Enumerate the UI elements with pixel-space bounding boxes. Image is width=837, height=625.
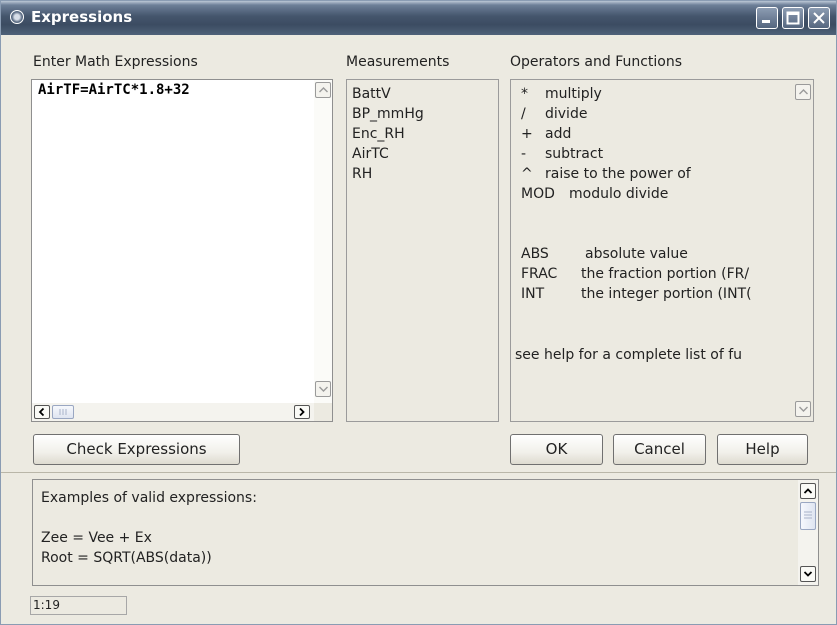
examples-vscrollbar[interactable] xyxy=(798,480,818,585)
operator-description: the fraction portion (FR/ xyxy=(581,266,750,282)
measurement-item[interactable]: BattV xyxy=(352,84,424,104)
divider xyxy=(1,472,836,473)
operator-row: * multiply xyxy=(521,84,691,104)
example-line: Root = SQRT(ABS(data)) xyxy=(41,550,212,566)
measurement-item[interactable]: Enc_RH xyxy=(352,124,424,144)
operator-description: raise to the power of xyxy=(545,166,691,182)
chevron-left-icon xyxy=(38,407,45,417)
scroll-left-button[interactable] xyxy=(34,405,50,419)
operator-symbol: FRAC xyxy=(521,266,558,282)
expressions-label: Enter Math Expressions xyxy=(33,54,198,70)
minimize-icon xyxy=(762,20,770,23)
help-note: see help for a complete list of fu xyxy=(515,347,743,363)
operator-symbol: - xyxy=(521,146,527,162)
scroll-up-button[interactable] xyxy=(315,82,331,98)
operator-row: - subtract xyxy=(521,144,691,164)
chevron-up-icon xyxy=(799,89,808,95)
app-icon[interactable] xyxy=(10,10,24,24)
chevron-down-icon xyxy=(803,571,813,577)
operator-description: modulo divide xyxy=(569,186,669,202)
cursor-position-field: 1:19 xyxy=(30,596,127,615)
measurement-item[interactable]: AirTC xyxy=(352,144,424,164)
chevron-up-icon xyxy=(803,488,813,494)
scroll-up-button[interactable] xyxy=(795,84,811,100)
operator-row: + add xyxy=(521,124,691,144)
scroll-down-button[interactable] xyxy=(800,566,816,582)
window-title: Expressions xyxy=(31,8,133,26)
chevron-right-icon xyxy=(299,407,305,417)
hscroll-thumb[interactable] xyxy=(52,405,74,419)
operator-description: multiply xyxy=(545,86,602,102)
grip-icon xyxy=(804,511,812,519)
expressions-window: Expressions Enter Math Expressions Measu… xyxy=(0,0,837,625)
operators-vscrollbar[interactable] xyxy=(794,80,813,421)
expression-hscrollbar[interactable] xyxy=(32,403,332,421)
operator-row: MOD modulo divide xyxy=(521,184,691,204)
expression-editor[interactable]: AirTF=AirTC*1.8+32 xyxy=(31,79,333,422)
operator-symbol: * xyxy=(521,86,528,102)
operator-symbol: INT xyxy=(521,286,545,302)
examples-heading: Examples of valid expressions: xyxy=(41,490,257,506)
close-button[interactable] xyxy=(808,7,830,29)
measurement-item[interactable]: RH xyxy=(352,164,424,184)
operators-label: Operators and Functions xyxy=(510,54,683,70)
help-button[interactable]: Help xyxy=(717,434,808,465)
scroll-up-button[interactable] xyxy=(800,483,816,499)
chevron-down-icon xyxy=(319,386,328,392)
close-icon xyxy=(813,12,825,24)
operator-symbol: / xyxy=(521,106,526,122)
scroll-down-button[interactable] xyxy=(315,381,331,397)
operators-panel: * multiply / divide + add - subtract ^ raise to t… xyxy=(510,79,814,422)
check-expressions-button[interactable]: Check Expressions xyxy=(33,434,240,465)
measurements-list[interactable]: BattV BP_mmHg Enc_RH AirTC RH xyxy=(346,79,499,422)
maximize-icon xyxy=(786,11,800,25)
title-bar[interactable]: Expressions xyxy=(1,1,836,35)
scroll-corner xyxy=(314,403,332,421)
measurement-item[interactable]: BP_mmHg xyxy=(352,104,424,124)
operator-symbol: ^ xyxy=(521,166,533,182)
function-row: ABS absolute value xyxy=(521,244,752,264)
operator-description: absolute value xyxy=(585,246,688,262)
cancel-button[interactable]: Cancel xyxy=(613,434,706,465)
operator-description: add xyxy=(545,126,572,142)
examples-box: Examples of valid expressions: Zee = Vee… xyxy=(32,479,819,586)
scroll-right-button[interactable] xyxy=(294,405,310,419)
function-row: FRAC the fraction portion (FR/ xyxy=(521,264,752,284)
ok-button[interactable]: OK xyxy=(510,434,603,465)
scroll-down-button[interactable] xyxy=(795,401,811,417)
operator-symbol: MOD xyxy=(521,186,555,202)
maximize-button[interactable] xyxy=(782,7,804,29)
expression-vscrollbar[interactable] xyxy=(314,80,332,403)
operator-description: subtract xyxy=(545,146,604,162)
vscroll-thumb[interactable] xyxy=(800,502,816,530)
cursor-position: 1:19 xyxy=(33,598,60,612)
expression-text[interactable]: AirTF=AirTC*1.8+32 xyxy=(38,82,190,98)
grip-icon xyxy=(59,409,67,415)
function-row: INT the integer portion (INT( xyxy=(521,284,752,304)
operator-description: the integer portion (INT( xyxy=(581,286,752,302)
operator-symbol: + xyxy=(521,126,533,142)
operator-row: / divide xyxy=(521,104,691,124)
example-line: Zee = Vee + Ex xyxy=(41,530,152,546)
chevron-up-icon xyxy=(319,87,328,93)
chevron-down-icon xyxy=(799,406,808,412)
minimize-button[interactable] xyxy=(756,7,778,29)
operator-symbol: ABS xyxy=(521,246,549,262)
measurements-label: Measurements xyxy=(346,54,450,70)
operator-row: ^ raise to the power of xyxy=(521,164,691,184)
operator-description: divide xyxy=(545,106,588,122)
